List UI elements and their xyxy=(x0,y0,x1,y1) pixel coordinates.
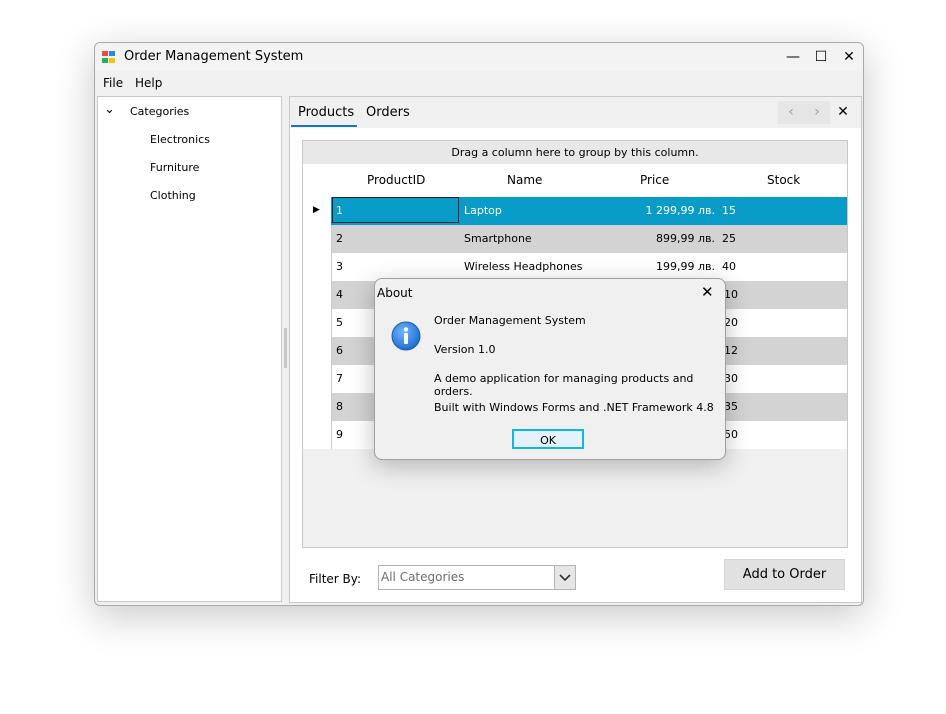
dropdown-button[interactable] xyxy=(554,566,575,589)
row-header[interactable] xyxy=(303,309,332,337)
column-header-name[interactable]: Name xyxy=(507,173,542,187)
cell-name[interactable]: Smartphone xyxy=(464,232,532,245)
dialog-app-name: Order Management System xyxy=(434,314,586,327)
cell-name[interactable]: Wireless Headphones xyxy=(464,260,582,273)
row-header[interactable] xyxy=(303,281,332,309)
cell-productid[interactable]: 3 xyxy=(336,260,343,273)
tab-products[interactable]: Products xyxy=(298,105,354,120)
tree-node-clothing[interactable]: Clothing xyxy=(150,189,196,202)
table-row[interactable]: ▶ 1 Laptop 1 299,99 лв. 15 xyxy=(303,197,847,225)
cell-stock[interactable]: 50 xyxy=(724,428,738,441)
current-row-icon: ▶ xyxy=(313,205,320,215)
filter-label: Filter By: xyxy=(309,572,362,586)
bottom-controls: Filter By: All Categories Add to Order xyxy=(290,553,861,601)
column-header-stock[interactable]: Stock xyxy=(767,173,800,187)
cell-stock[interactable]: 25 xyxy=(722,232,736,245)
cell-price[interactable]: 899,99 лв. xyxy=(656,232,715,245)
cell-stock[interactable]: 10 xyxy=(724,288,738,301)
cell-productid[interactable]: 6 xyxy=(336,344,343,357)
cell-stock[interactable]: 15 xyxy=(722,204,736,217)
cell-name[interactable]: Laptop xyxy=(464,204,502,217)
ok-button[interactable]: OK xyxy=(512,429,584,449)
chevron-down-icon xyxy=(559,574,571,582)
cell-productid[interactable]: 8 xyxy=(336,400,343,413)
cell-stock[interactable]: 20 xyxy=(724,316,738,329)
cell-productid[interactable]: 7 xyxy=(336,372,343,385)
window-title: Order Management System xyxy=(124,49,304,64)
cell-productid[interactable]: 2 xyxy=(336,232,343,245)
chevron-down-icon[interactable]: ⌄ xyxy=(104,102,115,117)
cell-stock[interactable]: 40 xyxy=(722,260,736,273)
minimize-button[interactable]: — xyxy=(779,43,807,71)
info-icon xyxy=(391,321,421,351)
categories-tree[interactable]: ⌄ Categories Electronics Furniture Cloth… xyxy=(97,96,282,602)
dialog-close-button[interactable]: ✕ xyxy=(701,283,714,301)
tab-next-button[interactable]: › xyxy=(804,101,830,124)
row-header[interactable] xyxy=(303,337,332,365)
tab-strip: Products Orders ‹ › ✕ xyxy=(290,97,861,128)
menu-help[interactable]: Help xyxy=(135,76,162,90)
group-by-panel[interactable]: Drag a column here to group by this colu… xyxy=(303,141,847,164)
row-header[interactable] xyxy=(303,421,332,449)
column-header-price[interactable]: Price xyxy=(640,173,669,187)
tab-close-button[interactable]: ✕ xyxy=(830,101,856,124)
row-header[interactable] xyxy=(303,365,332,393)
add-to-order-button[interactable]: Add to Order xyxy=(724,559,845,590)
category-filter-value: All Categories xyxy=(381,570,465,584)
menu-file[interactable]: File xyxy=(103,76,123,90)
close-window-button[interactable]: ✕ xyxy=(835,43,863,71)
cell-productid[interactable]: 1 xyxy=(336,204,343,217)
category-filter-select[interactable]: All Categories xyxy=(378,565,576,590)
tab-prev-button[interactable]: ‹ xyxy=(778,101,804,124)
row-header[interactable] xyxy=(303,225,332,253)
cell-stock[interactable]: 30 xyxy=(724,372,738,385)
table-row[interactable]: 2 Smartphone 899,99 лв. 25 xyxy=(303,225,847,253)
cell-price[interactable]: 199,99 лв. xyxy=(656,260,715,273)
cell-stock[interactable]: 12 xyxy=(724,344,738,357)
cell-productid[interactable]: 9 xyxy=(336,428,343,441)
dialog-built-with: Built with Windows Forms and .NET Framew… xyxy=(434,401,714,414)
app-icon xyxy=(102,51,115,63)
dialog-description: A demo application for managing products… xyxy=(434,372,694,398)
title-bar[interactable]: Order Management System — ☐ ✕ xyxy=(95,43,863,71)
cell-price[interactable]: 1 299,99 лв. xyxy=(646,204,716,217)
grid-header: ProductID Name Price Stock xyxy=(303,164,847,197)
tree-node-electronics[interactable]: Electronics xyxy=(150,133,210,146)
cell-productid[interactable]: 5 xyxy=(336,316,343,329)
splitter-handle[interactable] xyxy=(284,328,287,368)
tree-node-furniture[interactable]: Furniture xyxy=(150,161,199,174)
row-header[interactable] xyxy=(303,393,332,421)
table-row[interactable]: 3 Wireless Headphones 199,99 лв. 40 xyxy=(303,253,847,281)
tab-orders[interactable]: Orders xyxy=(366,105,410,120)
cell-stock[interactable]: 35 xyxy=(724,400,738,413)
about-dialog: About ✕ Order Management System Version … xyxy=(374,278,726,460)
tree-node-categories[interactable]: Categories xyxy=(130,105,189,118)
maximize-button[interactable]: ☐ xyxy=(807,43,835,71)
cell-productid[interactable]: 4 xyxy=(336,288,343,301)
current-cell-outline xyxy=(332,197,459,223)
active-tab-indicator xyxy=(291,125,357,127)
dialog-title: About xyxy=(377,286,413,300)
row-header[interactable]: ▶ xyxy=(303,197,331,225)
column-header-productid[interactable]: ProductID xyxy=(367,173,425,187)
row-header[interactable] xyxy=(303,253,332,281)
dialog-version: Version 1.0 xyxy=(434,343,496,356)
menu-bar: File Help xyxy=(95,72,863,94)
